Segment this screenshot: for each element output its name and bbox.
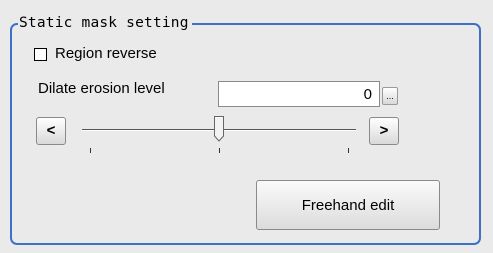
slider-tick-mid <box>219 148 220 153</box>
dilate-erosion-slider[interactable] <box>82 116 356 156</box>
ellipsis-button[interactable]: ... <box>382 87 398 105</box>
dilate-erosion-input[interactable] <box>218 81 380 107</box>
dilate-erosion-label: Dilate erosion level <box>38 80 165 97</box>
checkbox-box[interactable] <box>34 47 47 61</box>
increment-button[interactable]: > <box>369 117 399 145</box>
region-reverse-checkbox[interactable]: Region reverse <box>34 45 157 63</box>
slider-tick-min <box>90 148 91 153</box>
slider-thumb[interactable] <box>214 116 224 142</box>
decrement-button[interactable]: < <box>36 117 66 145</box>
slider-tick-max <box>348 148 349 153</box>
freehand-edit-button[interactable]: Freehand edit <box>256 180 440 230</box>
region-reverse-label: Region reverse <box>55 45 157 62</box>
group-title: Static mask setting <box>18 14 192 32</box>
